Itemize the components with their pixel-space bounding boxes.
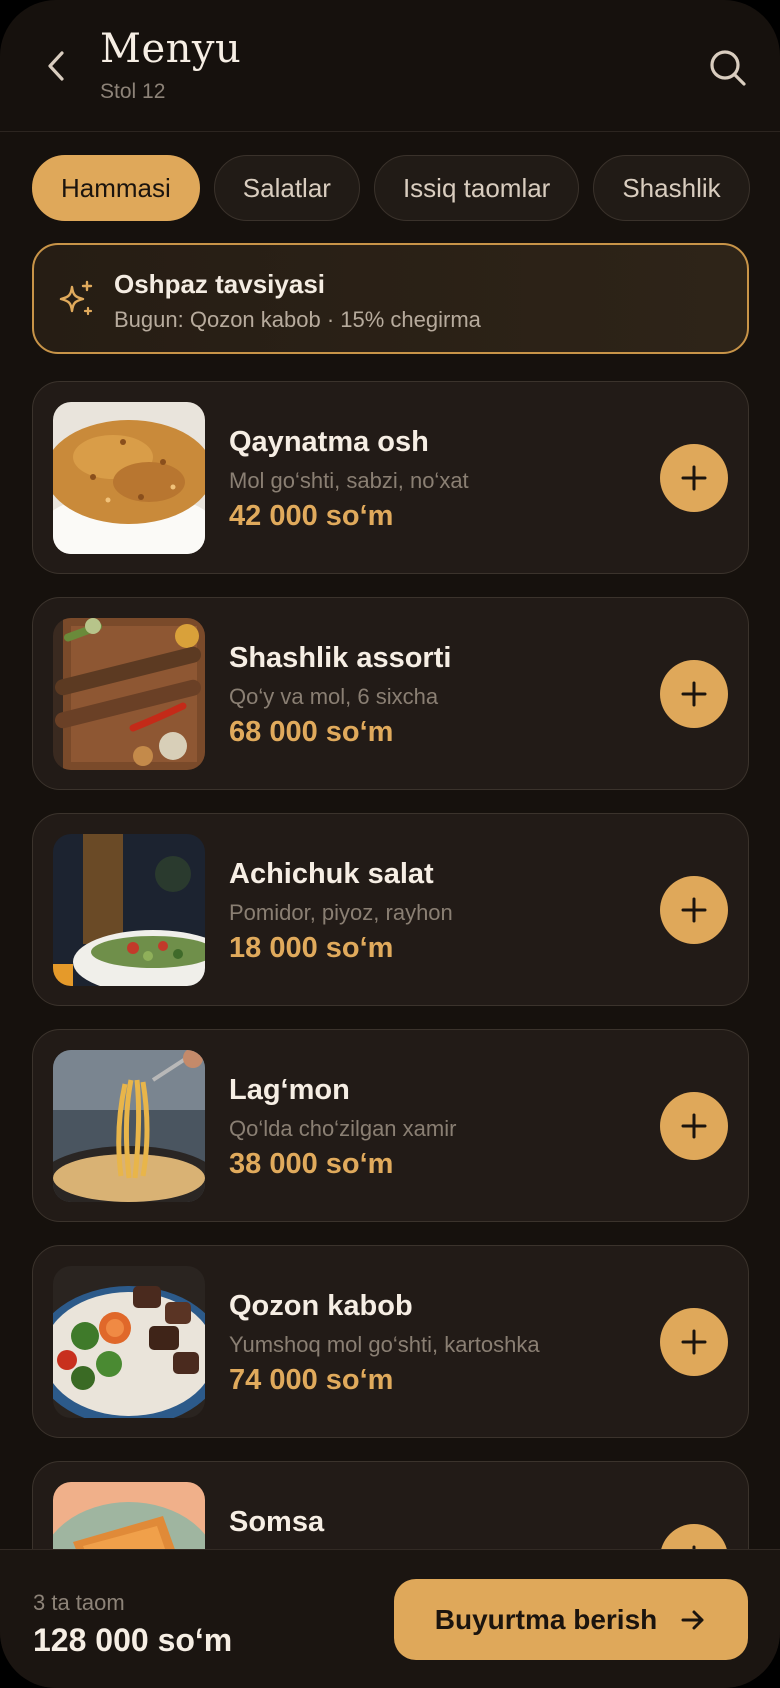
menu-item-card[interactable]: Achichuk salat Pomidor, piyoz, rayhon 18…: [32, 813, 749, 1006]
item-description: Mol go‘shti, sabzi, no‘xat: [229, 468, 469, 493]
item-description: Qo‘y va mol, 6 sixcha: [229, 684, 439, 709]
order-summary-bar: 3 ta taom 128 000 so‘m Buyurtma berish: [0, 1549, 780, 1688]
search-icon: [710, 50, 746, 86]
add-to-order-button[interactable]: [660, 1092, 728, 1160]
page-title: Menyu: [100, 26, 242, 72]
add-to-order-button[interactable]: [660, 660, 728, 728]
sparkles-icon: [59, 280, 93, 316]
menu-item-card[interactable]: Lag‘mon Qo‘lda cho‘zilgan xamir 38 000 s…: [32, 1029, 749, 1222]
chevron-left-icon: [48, 51, 64, 81]
arrow-right-icon: [681, 1610, 704, 1629]
item-name: Qaynatma osh: [229, 426, 429, 458]
item-price: 38 000 so‘m: [229, 1148, 394, 1180]
item-name: Shashlik assorti: [229, 642, 452, 674]
menu-item-card[interactable]: Qaynatma osh Mol go‘shti, sabzi, no‘xat …: [32, 381, 749, 574]
food-image: [53, 1050, 205, 1202]
add-to-order-button[interactable]: [660, 876, 728, 944]
app-header: Menyu Stol 12: [0, 0, 780, 132]
place-order-label: Buyurtma berish: [434, 1603, 658, 1635]
tab-issiq-taomlar[interactable]: Issiq taomlar: [373, 155, 580, 221]
chef-recommendation-banner[interactable]: Oshpaz tavsiyasi Bugun: Qozon kabob · 15…: [32, 243, 749, 354]
place-order-button[interactable]: Buyurtma berish: [394, 1579, 748, 1660]
item-description: Yumshoq mol go‘shti, kartoshka: [229, 1332, 540, 1357]
plus-icon: [681, 1113, 707, 1139]
item-description: Qo‘lda cho‘zilgan xamir: [229, 1116, 457, 1141]
item-name: Achichuk salat: [229, 858, 434, 890]
search-button[interactable]: [704, 44, 752, 92]
item-price: 42 000 so‘m: [229, 500, 394, 532]
category-tabs: Hammasi Salatlar Issiq taomlar Shashlik: [32, 155, 780, 221]
tab-salatlar[interactable]: Salatlar: [213, 155, 360, 221]
item-price: 68 000 so‘m: [229, 716, 394, 748]
plus-icon: [681, 1329, 707, 1355]
menu-item-card[interactable]: Qozon kabob Yumshoq mol go‘shti, kartosh…: [32, 1245, 749, 1438]
order-total: 128 000 so‘m: [33, 1622, 233, 1658]
food-image: [53, 618, 205, 770]
food-image: [53, 402, 205, 554]
table-number: Stol 12: [100, 80, 166, 103]
tab-shashlik[interactable]: Shashlik: [593, 155, 750, 221]
item-price: 74 000 so‘m: [229, 1364, 394, 1396]
item-count: 3 ta taom: [33, 1590, 125, 1615]
plus-icon: [681, 897, 707, 923]
plus-icon: [681, 681, 707, 707]
menu-screen: Menyu Stol 12 Hammasi Salatlar Issiq taoml…: [0, 0, 780, 1688]
food-image: [53, 834, 205, 986]
back-button[interactable]: [36, 44, 76, 88]
menu-item-card[interactable]: Shashlik assorti Qo‘y va mol, 6 sixcha 6…: [32, 597, 749, 790]
promo-title: Oshpaz tavsiyasi: [114, 269, 325, 299]
plus-icon: [681, 465, 707, 491]
menu-list: Qaynatma osh Mol go‘shti, sabzi, no‘xat …: [32, 381, 749, 1677]
add-to-order-button[interactable]: [660, 1308, 728, 1376]
promo-subtitle: Bugun: Qozon kabob · 15% chegirma: [114, 307, 481, 332]
item-description: Pomidor, piyoz, rayhon: [229, 900, 453, 925]
item-name: Lag‘mon: [229, 1074, 350, 1106]
item-name: Somsa: [229, 1506, 325, 1538]
food-image: [53, 1266, 205, 1418]
item-name: Qozon kabob: [229, 1290, 413, 1322]
item-price: 18 000 so‘m: [229, 932, 394, 964]
add-to-order-button[interactable]: [660, 444, 728, 512]
tab-hammasi[interactable]: Hammasi: [32, 155, 200, 221]
